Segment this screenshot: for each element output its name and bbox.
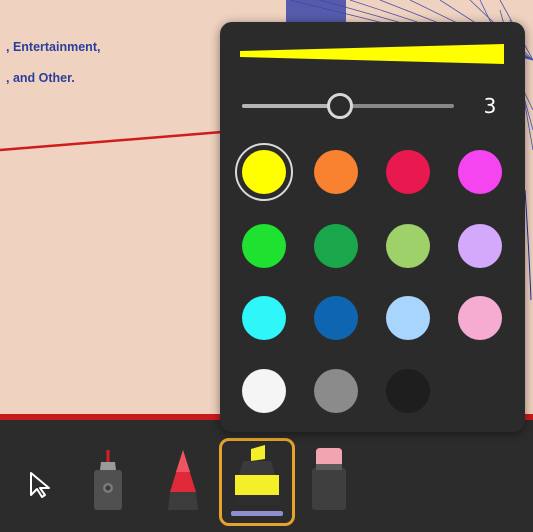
color-swatch-green[interactable] (242, 224, 286, 268)
highlighter-settings-popover: 3 (220, 22, 525, 432)
marker-tool[interactable] (160, 448, 206, 512)
eraser-tool[interactable] (306, 446, 352, 512)
color-swatch-magenta[interactable] (458, 150, 502, 194)
color-swatch-cyan[interactable] (242, 296, 286, 340)
document-text-line: , Entertainment, (6, 40, 101, 54)
color-swatch-pink[interactable] (458, 296, 502, 340)
color-swatch-crimson[interactable] (386, 150, 430, 194)
color-swatch-gray[interactable] (314, 369, 358, 413)
eraser-icon (312, 448, 346, 510)
ballpoint-pen-icon (94, 450, 122, 510)
document-text-line: , and Other. (6, 71, 75, 85)
marker-pen-icon (168, 450, 198, 510)
select-tool[interactable] (26, 468, 56, 502)
cursor-arrow-icon (30, 472, 50, 498)
color-swatch-black[interactable] (386, 369, 430, 413)
color-swatch-blue[interactable] (314, 296, 358, 340)
color-swatch-light-blue[interactable] (386, 296, 430, 340)
pen-tool[interactable] (88, 448, 128, 512)
color-swatch-dark-green[interactable] (314, 224, 358, 268)
color-swatch-yellow[interactable] (235, 143, 293, 201)
highlighter-icon (231, 445, 283, 516)
color-swatch-grid (220, 22, 525, 432)
color-swatch-lavender[interactable] (458, 224, 502, 268)
color-swatch-white[interactable] (242, 369, 286, 413)
highlighter-tool[interactable] (219, 438, 295, 526)
color-swatch-orange[interactable] (314, 150, 358, 194)
color-swatch-light-green[interactable] (386, 224, 430, 268)
